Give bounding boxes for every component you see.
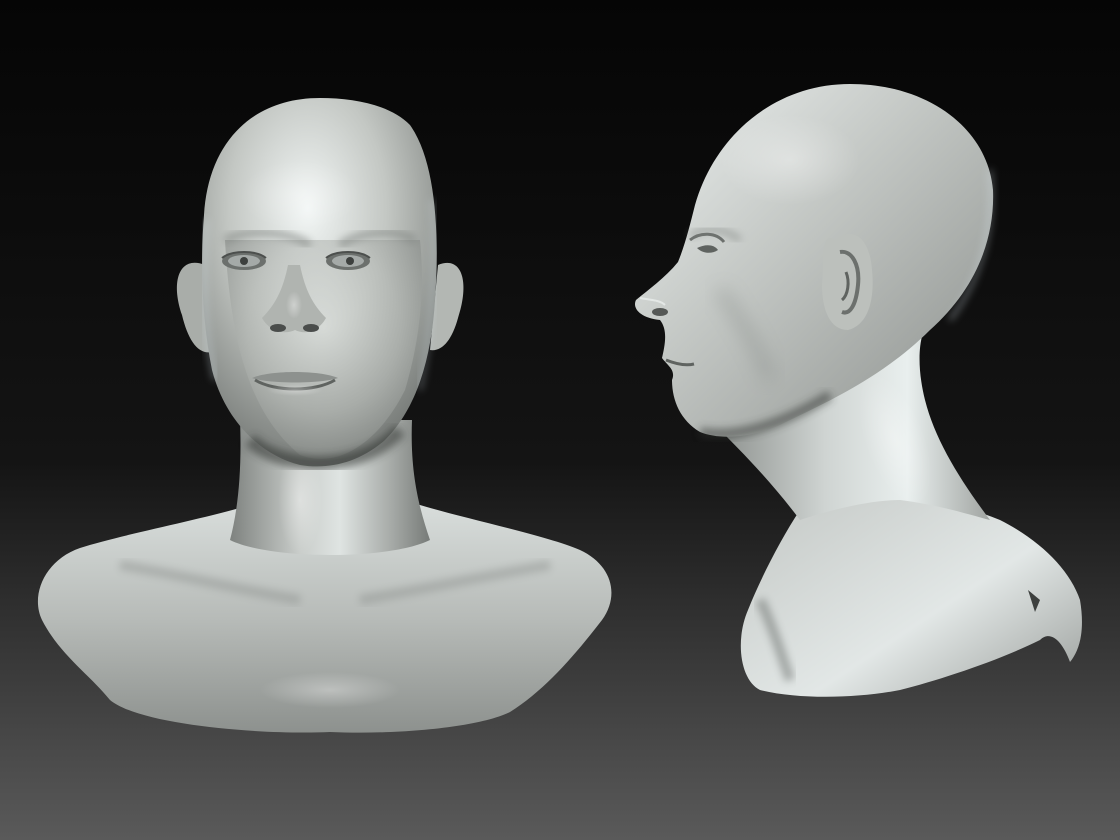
render-canvas [0, 0, 1120, 840]
sculpt-viewport[interactable] [0, 0, 1120, 840]
side-ear [822, 234, 873, 330]
front-eye-right [325, 251, 371, 270]
front-eye-left [221, 251, 267, 270]
